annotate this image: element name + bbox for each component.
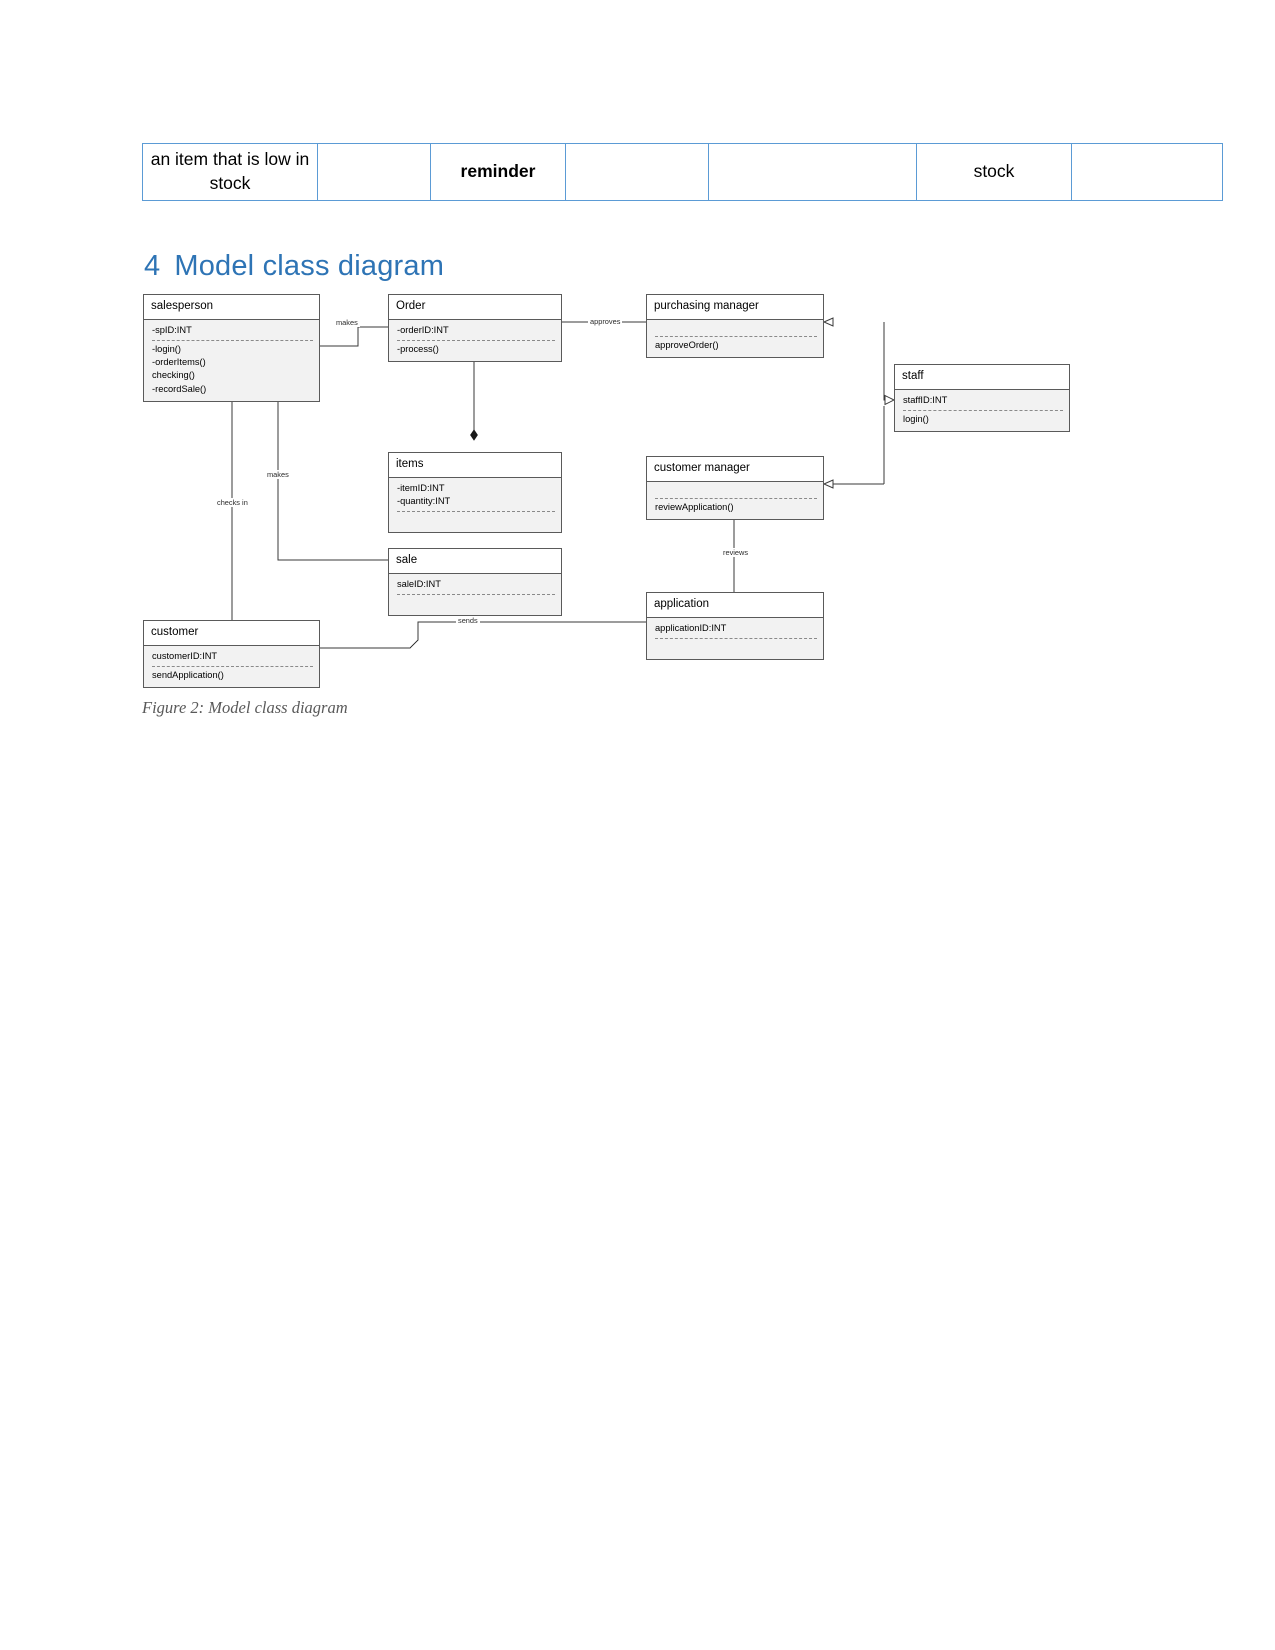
class-attributes-items: -itemID:INT -quantity:INT bbox=[397, 482, 555, 510]
class-attributes-order: -orderID:INT bbox=[397, 324, 555, 339]
class-attribute: applicationID:INT bbox=[655, 622, 727, 633]
class-methods-application bbox=[655, 641, 817, 654]
class-method: approveOrder() bbox=[655, 339, 719, 350]
class-methods-order: -process() bbox=[397, 343, 555, 356]
figure-caption: Figure 2: Model class diagram bbox=[142, 698, 348, 717]
class-attributes-sale: saleID:INT bbox=[397, 578, 555, 593]
class-attributes-application: applicationID:INT bbox=[655, 622, 817, 637]
class-name-staff: staff bbox=[895, 365, 1069, 389]
class-attributes-customer: customerID:INT bbox=[152, 650, 313, 665]
class-members-order: -orderID:INT -process() bbox=[389, 318, 561, 362]
class-attributes-purchasing-manager bbox=[655, 324, 817, 335]
class-methods-customer: sendApplication() bbox=[152, 669, 313, 682]
class-attributes-customer-manager bbox=[655, 486, 817, 497]
class-method-empty bbox=[397, 597, 555, 610]
edge-label-checks-in: checks in bbox=[215, 498, 250, 507]
class-attribute: -itemID:INT bbox=[397, 482, 445, 493]
class-method: login() bbox=[903, 413, 929, 424]
class-box-salesperson[interactable]: salesperson -spID:INT -login() -orderIte… bbox=[143, 294, 320, 402]
class-box-application[interactable]: application applicationID:INT bbox=[646, 592, 824, 661]
class-methods-purchasing-manager: approveOrder() bbox=[655, 339, 817, 352]
class-members-customer-manager: reviewApplication() bbox=[647, 480, 823, 519]
class-box-customer[interactable]: customer customerID:INT sendApplication(… bbox=[143, 620, 320, 689]
class-members-sale: saleID:INT bbox=[389, 572, 561, 616]
class-attribute: -spID:INT bbox=[152, 324, 192, 335]
edge-label-makes-order: makes bbox=[334, 318, 360, 327]
class-name-salesperson: salesperson bbox=[144, 295, 319, 319]
edge-label-sends: sends bbox=[456, 616, 480, 625]
class-methods-salesperson: -login() -orderItems() checking() -recor… bbox=[152, 343, 313, 396]
class-method: -recordSale() bbox=[152, 383, 207, 394]
class-box-items[interactable]: items -itemID:INT -quantity:INT bbox=[388, 452, 562, 534]
member-divider bbox=[397, 339, 555, 341]
class-members-staff: staffID:INT login() bbox=[895, 388, 1069, 432]
member-divider bbox=[152, 339, 313, 341]
class-members-customer: customerID:INT sendApplication() bbox=[144, 644, 319, 688]
member-divider bbox=[397, 593, 555, 595]
class-box-staff[interactable]: staff staffID:INT login() bbox=[894, 364, 1070, 433]
class-methods-sale bbox=[397, 597, 555, 610]
member-divider bbox=[397, 511, 555, 513]
class-method-empty bbox=[655, 641, 817, 654]
class-methods-items bbox=[397, 514, 555, 527]
class-box-purchasing-manager[interactable]: purchasing manager approveOrder() bbox=[646, 294, 824, 358]
class-name-application: application bbox=[647, 593, 823, 617]
class-name-sale: sale bbox=[389, 549, 561, 573]
class-method: -orderItems() bbox=[152, 357, 206, 368]
class-name-customer: customer bbox=[144, 621, 319, 645]
edge-label-approves: approves bbox=[588, 317, 623, 326]
member-divider bbox=[655, 637, 817, 639]
class-attributes-salesperson: -spID:INT bbox=[152, 324, 313, 339]
class-members-purchasing-manager: approveOrder() bbox=[647, 318, 823, 357]
edge-label-reviews: reviews bbox=[721, 548, 751, 557]
class-methods-customer-manager: reviewApplication() bbox=[655, 501, 817, 514]
class-attribute: customerID:INT bbox=[152, 650, 218, 661]
member-divider bbox=[152, 665, 313, 667]
class-method: reviewApplication() bbox=[655, 501, 734, 512]
class-name-customer-manager: customer manager bbox=[647, 457, 823, 481]
class-method: checking() bbox=[152, 370, 195, 381]
class-methods-staff: login() bbox=[903, 413, 1063, 426]
class-attribute: -orderID:INT bbox=[397, 324, 449, 335]
class-method: -process() bbox=[397, 343, 439, 354]
class-box-sale[interactable]: sale saleID:INT bbox=[388, 548, 562, 617]
member-divider bbox=[655, 335, 817, 337]
class-members-items: -itemID:INT -quantity:INT bbox=[389, 476, 561, 533]
member-divider bbox=[655, 497, 817, 499]
class-members-application: applicationID:INT bbox=[647, 616, 823, 660]
class-box-customer-manager[interactable]: customer manager reviewApplication() bbox=[646, 456, 824, 520]
class-method: sendApplication() bbox=[152, 669, 224, 680]
model-class-diagram: salesperson -spID:INT -login() -orderIte… bbox=[0, 0, 1275, 1650]
edge-label-makes-sale: makes bbox=[265, 470, 291, 479]
class-method-empty bbox=[397, 514, 555, 527]
diagram-connectors bbox=[231, 317, 1275, 649]
class-attribute: -quantity:INT bbox=[397, 495, 451, 506]
class-method: -login() bbox=[152, 343, 181, 354]
class-name-order: Order bbox=[389, 295, 561, 319]
class-name-items: items bbox=[389, 453, 561, 477]
class-attributes-staff: staffID:INT bbox=[903, 394, 1063, 409]
member-divider bbox=[903, 409, 1063, 411]
class-members-salesperson: -spID:INT -login() -orderItems() checkin… bbox=[144, 318, 319, 401]
class-attribute: saleID:INT bbox=[397, 578, 441, 589]
class-attribute: staffID:INT bbox=[903, 394, 948, 405]
class-name-purchasing-manager: purchasing manager bbox=[647, 295, 823, 319]
class-box-order[interactable]: Order -orderID:INT -process() bbox=[388, 294, 562, 363]
